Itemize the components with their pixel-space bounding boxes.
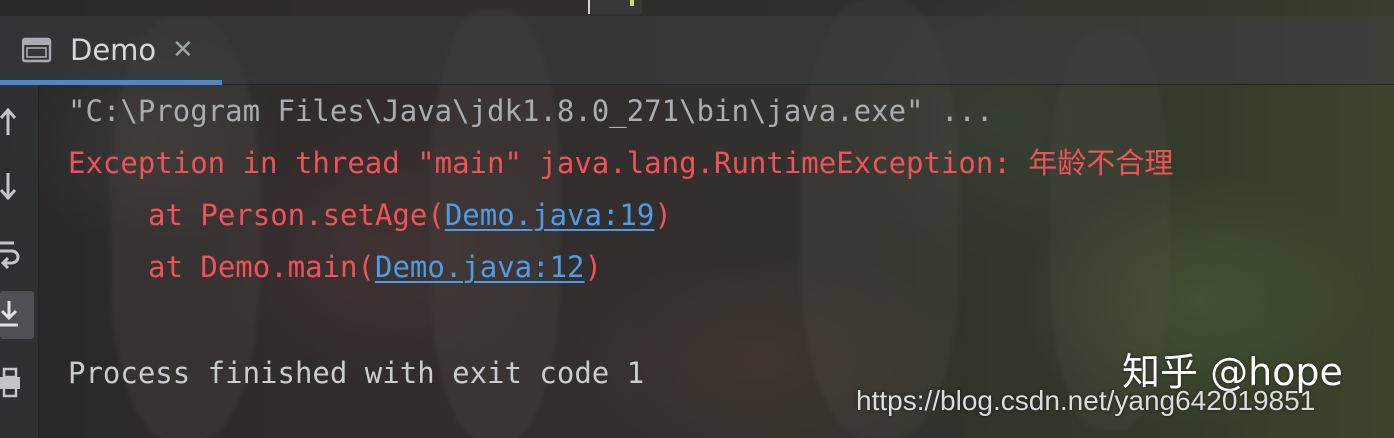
stack-frame-suffix: ) xyxy=(584,250,602,284)
stack-frame-prefix: at Person.setAge( xyxy=(148,198,445,232)
print-icon xyxy=(0,367,20,398)
stack-frame-suffix: ) xyxy=(654,198,672,232)
arrow-down-icon xyxy=(0,173,17,201)
ide-run-console-screenshot: Demo ✕ "C:\Program Files\Java\jdk1.8.0_2… xyxy=(0,0,1394,438)
exception-line: Exception in thread "main" java.lang.Run… xyxy=(68,143,1173,183)
scroll-to-end-icon xyxy=(0,301,18,327)
stack-frame-prefix: at Demo.main( xyxy=(148,250,375,284)
close-icon[interactable]: ✕ xyxy=(172,30,194,70)
console-window-icon xyxy=(21,36,52,64)
csdn-watermark: https://blog.csdn.net/yang642019851 xyxy=(856,385,1316,416)
down-the-stack-trace-button[interactable] xyxy=(0,163,34,211)
exception-message: 年龄不合理 xyxy=(1028,146,1174,180)
stack-frame: at Demo.main(Demo.java:12) xyxy=(68,247,602,287)
scroll-to-end-button[interactable] xyxy=(0,291,34,339)
run-tab-bar: Demo ✕ xyxy=(0,16,1394,85)
exit-code-line: Process finished with exit code 1 xyxy=(68,356,645,390)
up-the-stack-trace-button[interactable] xyxy=(0,97,34,145)
command-line: "C:\Program Files\Java\jdk1.8.0_271\bin\… xyxy=(68,94,994,128)
soft-wrap-button[interactable] xyxy=(0,229,34,277)
caret-indicator xyxy=(588,0,642,14)
print-button[interactable] xyxy=(0,359,34,407)
tab-label: Demo xyxy=(70,33,157,67)
exception-prefix: Exception in thread "main" java.lang.Run… xyxy=(68,146,1029,180)
soft-wrap-icon xyxy=(0,241,20,270)
top-window-strip xyxy=(0,0,1394,16)
source-link[interactable]: Demo.java:19 xyxy=(445,198,655,232)
tab-demo[interactable]: Demo ✕ xyxy=(0,16,222,85)
arrow-up-icon xyxy=(0,107,17,135)
source-link[interactable]: Demo.java:12 xyxy=(375,250,585,284)
stack-frame: at Person.setAge(Demo.java:19) xyxy=(68,195,672,235)
console-toolbar xyxy=(0,85,39,438)
